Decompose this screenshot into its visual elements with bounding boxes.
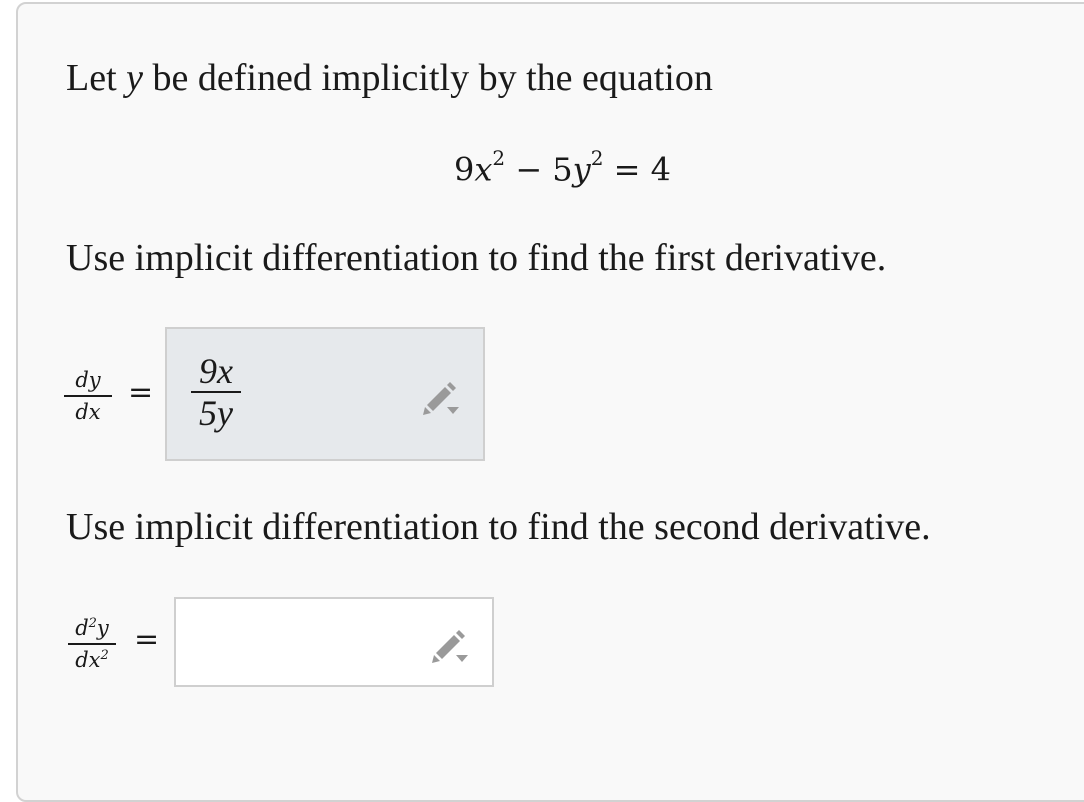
second-derivative-answer-box[interactable]: [174, 597, 494, 687]
first-derivative-label-num: dy: [75, 368, 101, 392]
second-derivative-label-num: d2y: [75, 616, 109, 640]
intro-text-before: Let: [66, 57, 117, 99]
first-derivative-prompt: Use implicit differentiation to find the…: [66, 237, 887, 279]
eq-var2: y: [572, 150, 591, 189]
eq-minus: −: [515, 150, 543, 189]
second-derivative-label-den: dx2: [75, 648, 109, 672]
label-den-var: dx: [75, 648, 101, 672]
pencil-dropdown-icon[interactable]: [419, 377, 465, 417]
second-derivative-label: d2y dx2: [62, 616, 122, 672]
intro-text: Let y be defined implicitly by the equat…: [66, 56, 713, 100]
answer-numerator: 9x: [199, 351, 233, 391]
answer-denominator: 5y: [199, 393, 233, 433]
eq-coef1: 9: [454, 150, 475, 189]
pencil-dropdown-icon[interactable]: [428, 625, 474, 665]
second-derivative-prompt: Use implicit differentiation to find the…: [66, 506, 931, 548]
eq-var1: x: [474, 150, 493, 189]
first-derivative-label: dy dx: [58, 368, 118, 424]
eq-exp2: 2: [590, 146, 604, 170]
fraction-bar: [68, 643, 116, 645]
label-num-exp: 2: [88, 616, 97, 631]
second-derivative-equals: =: [134, 622, 160, 657]
intro-variable: y: [126, 57, 144, 99]
first-derivative-equals: =: [128, 375, 154, 410]
fraction-bar: [64, 395, 112, 397]
intro-text-after: be defined implicitly by the equation: [152, 57, 713, 99]
label-den-exp: 2: [100, 648, 109, 663]
first-derivative-answer-box[interactable]: 9x 5y: [165, 327, 485, 461]
eq-exp1: 2: [492, 146, 506, 170]
first-derivative-answer: 9x 5y: [189, 351, 243, 433]
label-num-var: y: [96, 616, 109, 640]
first-derivative-label-den: dx: [75, 400, 101, 424]
eq-equals: =: [613, 150, 641, 189]
implicit-equation: 9x2 − 5y2 = 4: [454, 146, 671, 189]
eq-coef2: 5: [552, 150, 573, 189]
label-num-d: d: [75, 616, 89, 640]
eq-rhs: 4: [650, 150, 671, 189]
